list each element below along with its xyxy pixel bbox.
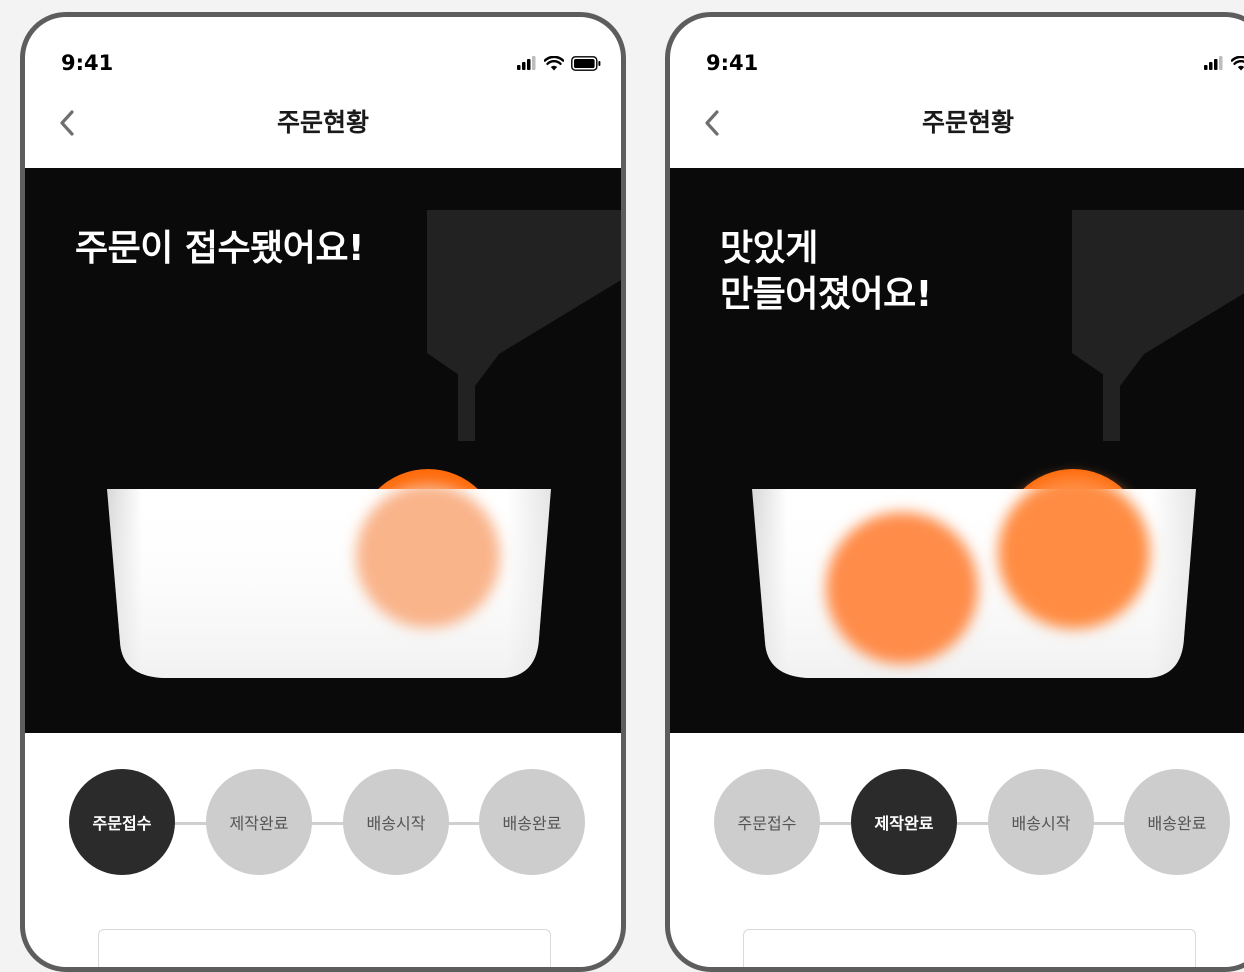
status-time: 9:41 [61, 51, 114, 75]
battery-icon [571, 55, 601, 71]
wifi-icon [544, 55, 564, 70]
phone-screen-production-done: 9:41 주문현황 맛있게 만들어졌어요! 주문접수 제작완료 배송시작 배송완… [665, 12, 1244, 972]
signal-icon [517, 56, 536, 70]
page-title: 주문현황 [276, 108, 369, 137]
progress-line [770, 822, 1166, 825]
step-order-received[interactable]: 주문접수 [714, 769, 820, 875]
status-icons [517, 55, 601, 71]
status-bar: 9:41 [670, 17, 1244, 97]
nav-bar: 주문현황 [25, 89, 621, 171]
dispenser-body [427, 210, 621, 386]
orange-ball-left [826, 512, 978, 664]
step-delivery-started[interactable]: 배송시작 [988, 769, 1094, 875]
dispenser-body [1072, 210, 1244, 386]
dispenser-nozzle [1103, 373, 1120, 441]
step-delivery-done[interactable]: 배송완료 [479, 769, 585, 875]
status-icons [1204, 55, 1244, 71]
signal-icon [1204, 56, 1223, 70]
status-bar: 9:41 [25, 17, 621, 97]
status-headline: 맛있게 만들어졌어요! [720, 228, 932, 315]
cup [752, 469, 1196, 678]
progress-line [125, 822, 521, 825]
phone-screen-order-received: 9:41 주문현황 주문이 접수됐어요! 주문접수 제작완료 배송시작 배송완료 [20, 12, 626, 972]
orange-ball-right [998, 477, 1150, 629]
order-info-card [98, 929, 551, 967]
nav-bar: 주문현황 [670, 89, 1244, 171]
orange-ball-blurred [356, 484, 500, 628]
order-info-card [743, 929, 1196, 967]
dispenser-nozzle [458, 373, 475, 441]
page-title: 주문현황 [921, 108, 1014, 137]
step-delivery-started[interactable]: 배송시작 [343, 769, 449, 875]
hero-illustration-panel: 주문이 접수됐어요! [25, 168, 621, 733]
step-production-done[interactable]: 제작완료 [206, 769, 312, 875]
status-headline: 주문이 접수됐어요! [75, 228, 364, 269]
wifi-icon [1231, 55, 1244, 70]
step-delivery-done[interactable]: 배송완료 [1124, 769, 1230, 875]
order-progress-steps: 주문접수 제작완료 배송시작 배송완료 [25, 769, 621, 877]
hero-illustration-panel: 맛있게 만들어졌어요! [670, 168, 1244, 733]
step-production-done[interactable]: 제작완료 [851, 769, 957, 875]
step-order-received[interactable]: 주문접수 [69, 769, 175, 875]
status-time: 9:41 [706, 51, 759, 75]
order-progress-steps: 주문접수 제작완료 배송시작 배송완료 [670, 769, 1244, 877]
cup [107, 469, 551, 678]
